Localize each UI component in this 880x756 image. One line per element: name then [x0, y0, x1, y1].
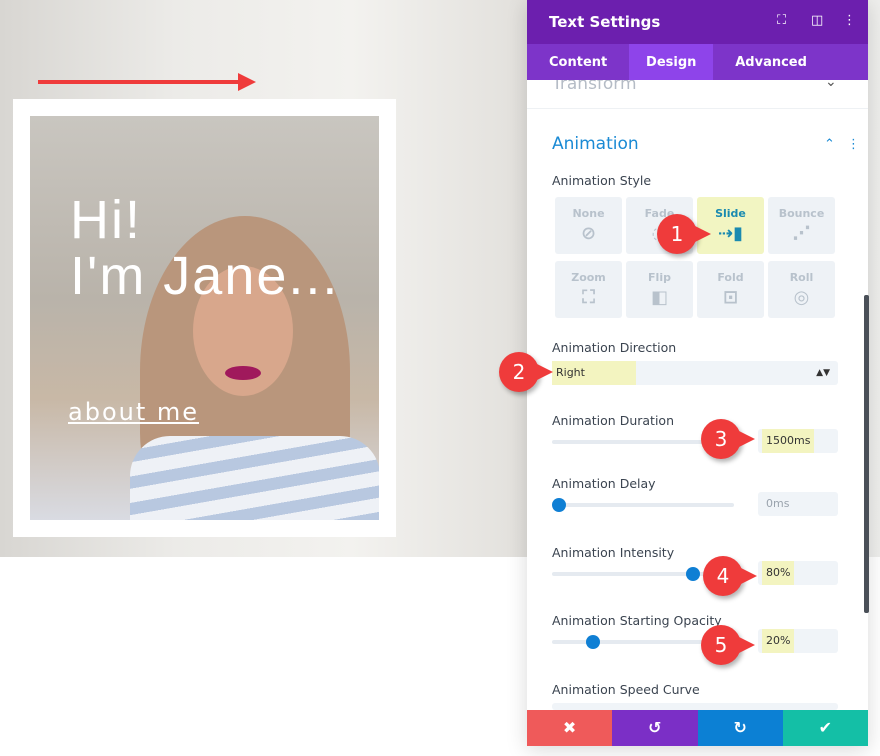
greeting-line: I'm Jane...	[70, 246, 340, 306]
photo-lips	[225, 366, 261, 380]
style-bounce[interactable]: Bounce ⋰	[768, 197, 835, 254]
duration-label: Animation Duration	[552, 413, 674, 428]
style-zoom[interactable]: Zoom ⛶	[555, 261, 622, 318]
panel-title: Text Settings	[549, 13, 661, 31]
select-value: Right	[552, 361, 636, 385]
style-label: Fold	[717, 271, 744, 284]
layout-icon[interactable]: ◫	[811, 13, 823, 28]
section-more-icon[interactable]: ⋮	[847, 137, 860, 152]
opacity-input[interactable]: 20%	[758, 629, 838, 653]
none-icon: ⊘	[580, 223, 597, 244]
step-badge: 3	[701, 419, 755, 459]
portrait-photo	[30, 116, 379, 520]
section-title: Transform	[552, 80, 637, 94]
panel-tabs: Content Design Advanced	[527, 44, 868, 80]
intensity-input[interactable]: 80%	[758, 561, 838, 585]
chevron-down-icon[interactable]: ⌄	[825, 74, 837, 90]
tab-content[interactable]: Content	[527, 44, 629, 80]
select-arrows-icon: ▲▼	[816, 368, 830, 378]
speed-curve-select[interactable]	[552, 703, 838, 710]
transform-section-header[interactable]: Transform	[552, 80, 752, 94]
fullscreen-icon[interactable]: ⛶	[777, 13, 786, 28]
scrollbar[interactable]	[864, 295, 869, 613]
input-value: 1500ms	[762, 429, 815, 453]
style-label: None	[572, 207, 605, 220]
chevron-up-icon[interactable]: ⌃	[824, 137, 835, 152]
step-badge: 1	[657, 214, 711, 254]
delay-input[interactable]: 0ms	[758, 492, 838, 516]
input-value: 20%	[762, 629, 795, 653]
style-fold[interactable]: Fold ⊡	[697, 261, 764, 318]
direction-arrow	[38, 80, 243, 84]
divider	[527, 108, 868, 109]
animation-section-title[interactable]: Animation	[552, 134, 639, 154]
duration-input[interactable]: 1500ms	[758, 429, 838, 453]
undo-button[interactable]: ↺	[612, 710, 698, 746]
redo-button[interactable]: ↻	[697, 710, 783, 746]
style-label: Zoom	[571, 271, 606, 284]
style-label: Flip	[648, 271, 671, 284]
direction-select[interactable]: Right ▲▼	[552, 361, 838, 385]
delay-label: Animation Delay	[552, 476, 656, 491]
tab-design[interactable]: Design	[629, 44, 714, 80]
step-badge: 2	[499, 352, 553, 392]
style-label: Bounce	[778, 207, 825, 220]
about-me-link[interactable]: about me	[68, 398, 199, 426]
tab-advanced[interactable]: Advanced	[713, 44, 829, 80]
text-settings-panel: Text Settings ⛶ ◫ ⋮ Content Design Advan…	[499, 0, 869, 746]
greeting-line: Hi!	[70, 190, 142, 250]
style-none[interactable]: None ⊘	[555, 197, 622, 254]
bounce-icon: ⋰	[792, 223, 811, 244]
save-button[interactable]: ✔	[782, 710, 868, 746]
panel-footer: ✖ ↺ ↻ ✔	[527, 710, 868, 746]
arrow-head-icon	[238, 73, 256, 91]
intensity-label: Animation Intensity	[552, 545, 675, 560]
input-value: 80%	[762, 561, 795, 585]
roll-icon: ◎	[793, 287, 810, 308]
panel-header: Text Settings ⛶ ◫ ⋮	[527, 0, 868, 44]
style-label: Roll	[789, 271, 814, 284]
intensity-slider-handle[interactable]	[686, 567, 701, 581]
cancel-button[interactable]: ✖	[527, 710, 613, 746]
delay-slider-handle[interactable]	[552, 498, 566, 512]
greeting-text[interactable]: Hi! I'm Jane...	[70, 192, 339, 304]
step-badge: 4	[703, 556, 757, 596]
more-icon[interactable]: ⋮	[843, 13, 856, 28]
direction-label: Animation Direction	[552, 340, 677, 355]
style-roll[interactable]: Roll ◎	[768, 261, 835, 318]
zoom-icon: ⛶	[582, 287, 595, 308]
fold-icon: ⊡	[722, 287, 739, 308]
flip-icon: ◧	[650, 287, 668, 308]
opacity-slider-handle[interactable]	[585, 635, 600, 649]
delay-slider[interactable]	[552, 503, 734, 507]
style-label: Slide	[715, 207, 746, 220]
step-badge: 5	[701, 625, 755, 665]
photo-shirt	[130, 436, 379, 520]
speed-curve-label: Animation Speed Curve	[552, 682, 700, 697]
animation-style-label: Animation Style	[552, 173, 652, 188]
opacity-label: Animation Starting Opacity	[552, 613, 722, 628]
style-flip[interactable]: Flip ◧	[626, 261, 693, 318]
input-value: 0ms	[766, 497, 790, 510]
